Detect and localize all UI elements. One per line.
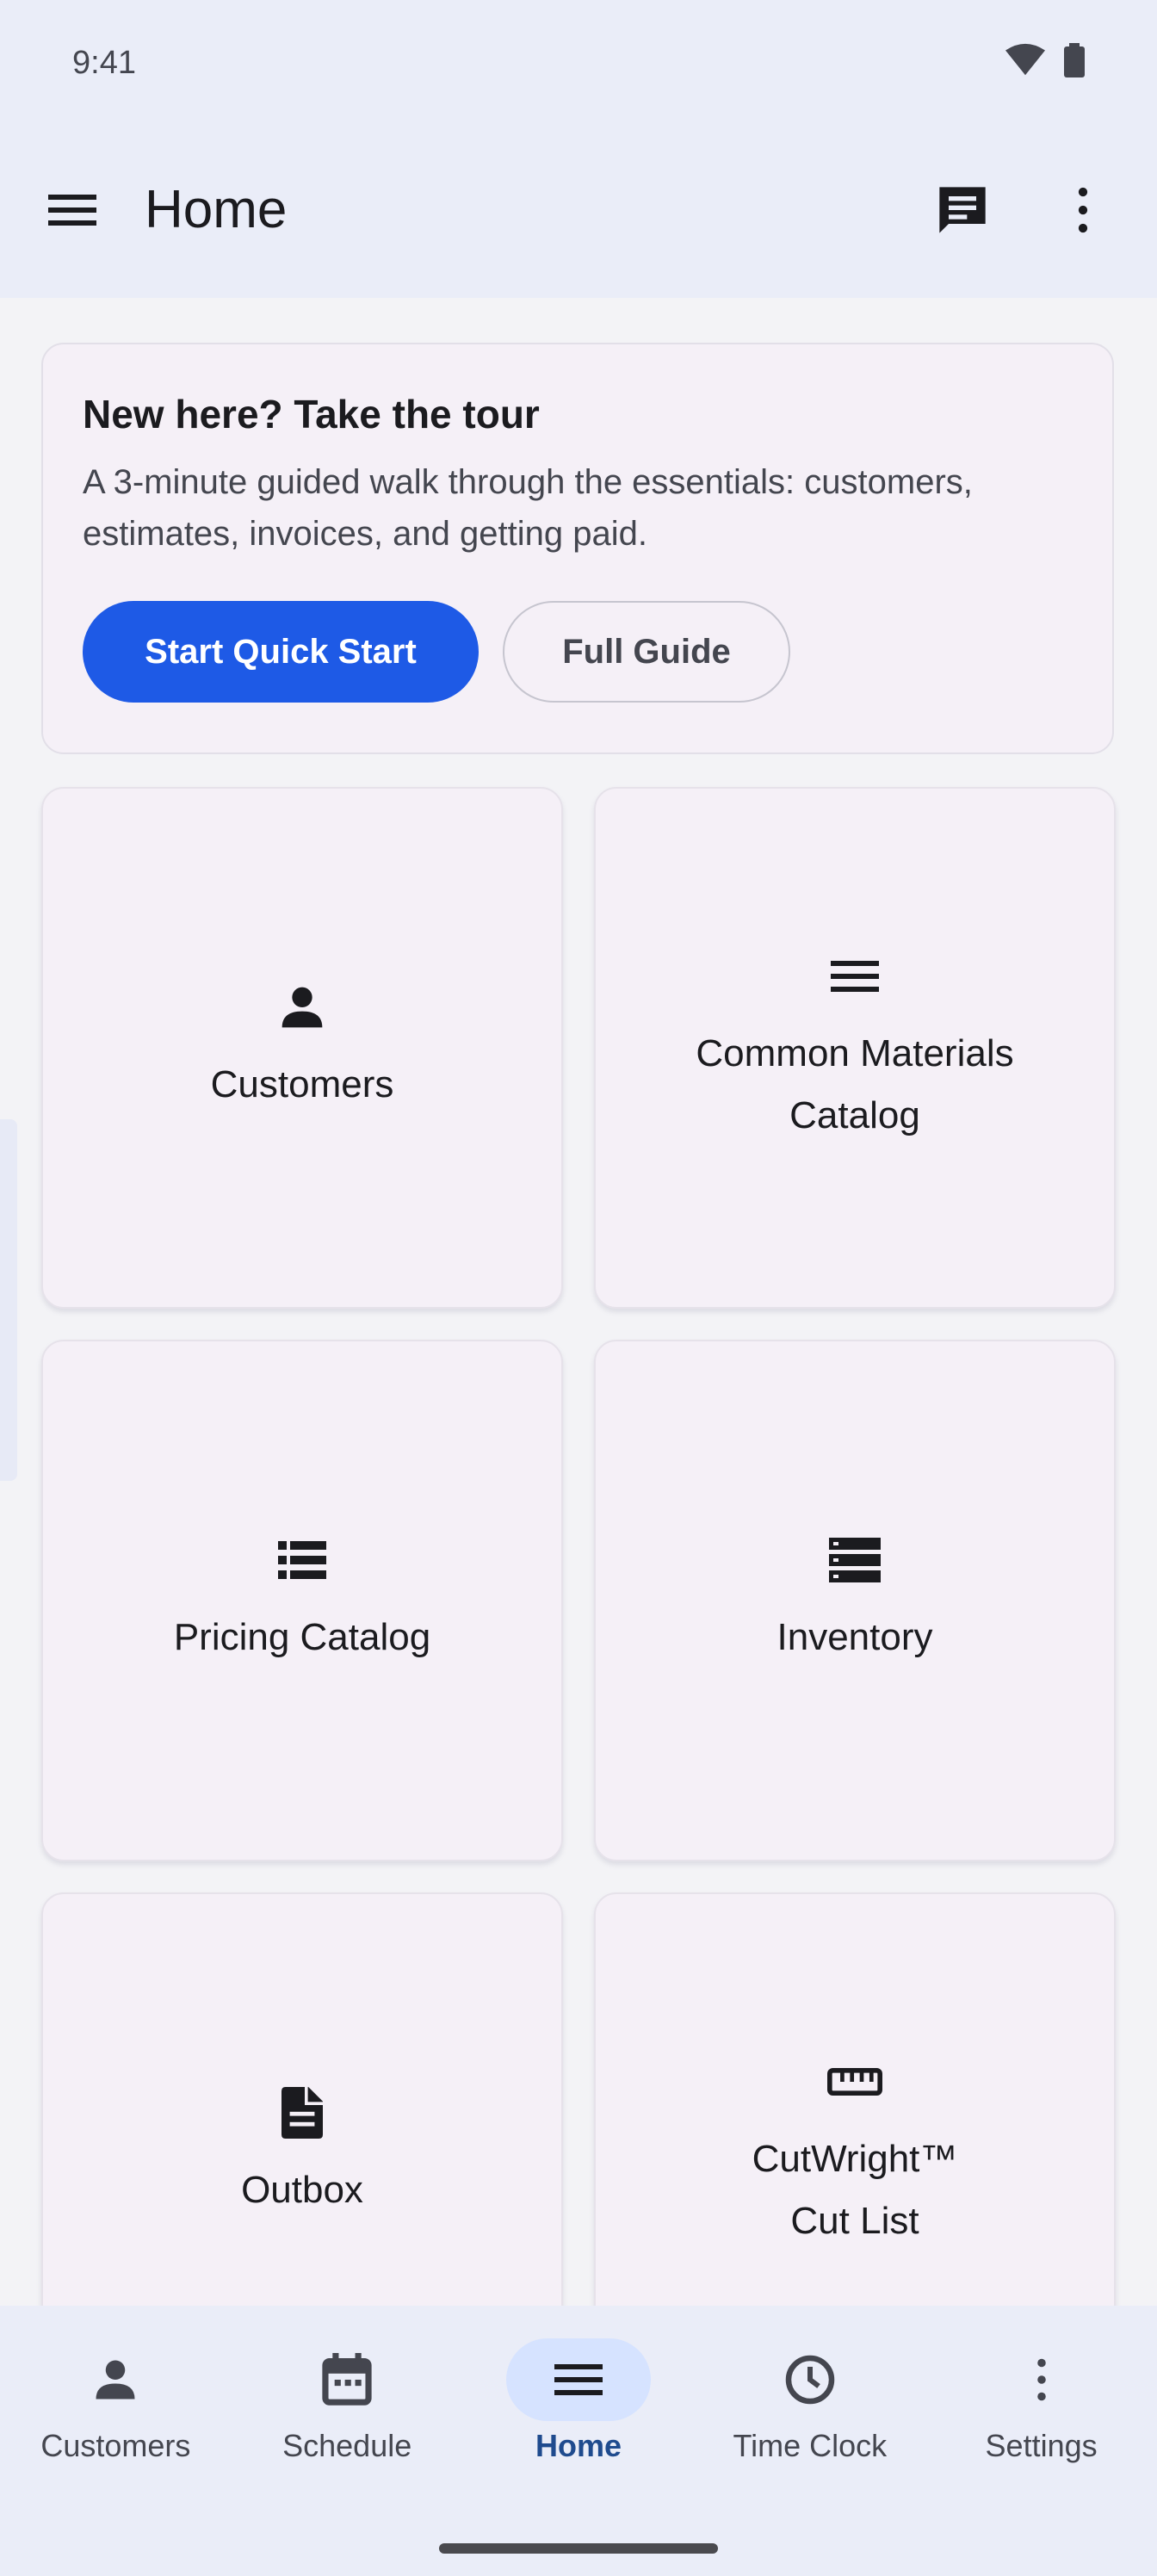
page-title: Home (145, 180, 288, 239)
status-time: 9:41 (72, 45, 136, 81)
nav-label: Customers (40, 2428, 191, 2463)
calendar-icon (275, 2338, 419, 2421)
list-bulleted-icon (275, 1533, 330, 1588)
chat-icon (935, 183, 990, 242)
tile-label: Inventory (776, 1616, 933, 1658)
tour-card: New here? Take the tour A 3-minute guide… (41, 343, 1114, 754)
bottom-navigation: Customers Schedule Home Time Clock Setti… (0, 2306, 1157, 2511)
tile-label: Pricing Catalog (173, 1616, 431, 1658)
more-vert-icon (1076, 186, 1090, 238)
battery-icon (1064, 43, 1085, 82)
gesture-bar (0, 2511, 1157, 2576)
overflow-menu-button[interactable] (1049, 177, 1117, 246)
tile-customers[interactable]: Customers (41, 787, 563, 1309)
start-quick-start-button[interactable]: Start Quick Start (83, 601, 479, 703)
person-icon (43, 2338, 188, 2421)
storage-icon (827, 1533, 882, 1588)
nav-item-time-clock[interactable]: Time Clock (694, 2306, 925, 2511)
clock-icon (738, 2338, 882, 2421)
nav-item-home[interactable]: Home (463, 2306, 695, 2511)
edge-drawer-hint (0, 1119, 17, 1481)
messages-button[interactable] (928, 177, 997, 246)
status-icons (1005, 43, 1085, 82)
menu-icon (48, 193, 96, 232)
nav-label: Time Clock (733, 2428, 888, 2463)
list-lines-icon (827, 949, 882, 1004)
tour-description: A 3-minute guided walk through the essen… (83, 463, 973, 553)
tile-inventory[interactable]: Inventory (594, 1340, 1116, 1861)
tour-title: New here? Take the tour (83, 392, 540, 437)
nav-label: Home (535, 2428, 622, 2463)
menu-button[interactable] (41, 181, 103, 243)
tile-pricing-catalog[interactable]: Pricing Catalog (41, 1340, 563, 1861)
nav-item-settings[interactable]: Settings (925, 2306, 1157, 2511)
tile-common-materials-catalog[interactable]: Common Materials Catalog (594, 787, 1116, 1309)
full-guide-button[interactable]: Full Guide (503, 601, 790, 703)
nav-label: Schedule (282, 2428, 412, 2463)
more-vert-icon (969, 2338, 1114, 2421)
status-bar: 9:41 (0, 0, 1157, 129)
person-icon (275, 980, 330, 1035)
gesture-handle[interactable] (439, 2543, 718, 2554)
menu-icon (505, 2338, 651, 2421)
ruler-icon (827, 2054, 882, 2109)
nav-item-schedule[interactable]: Schedule (232, 2306, 463, 2511)
tile-label: Customers (210, 1063, 394, 1105)
nav-item-customers[interactable]: Customers (0, 2306, 232, 2511)
tile-label: Common Materials Catalog (696, 1032, 1014, 1136)
wifi-icon (1005, 43, 1045, 82)
tile-label: Outbox (241, 2169, 363, 2211)
tile-label: CutWright™ Cut List (752, 2138, 958, 2242)
document-icon (275, 2085, 330, 2140)
nav-label: Settings (985, 2428, 1098, 2463)
top-app-bar: Home (0, 129, 1157, 298)
